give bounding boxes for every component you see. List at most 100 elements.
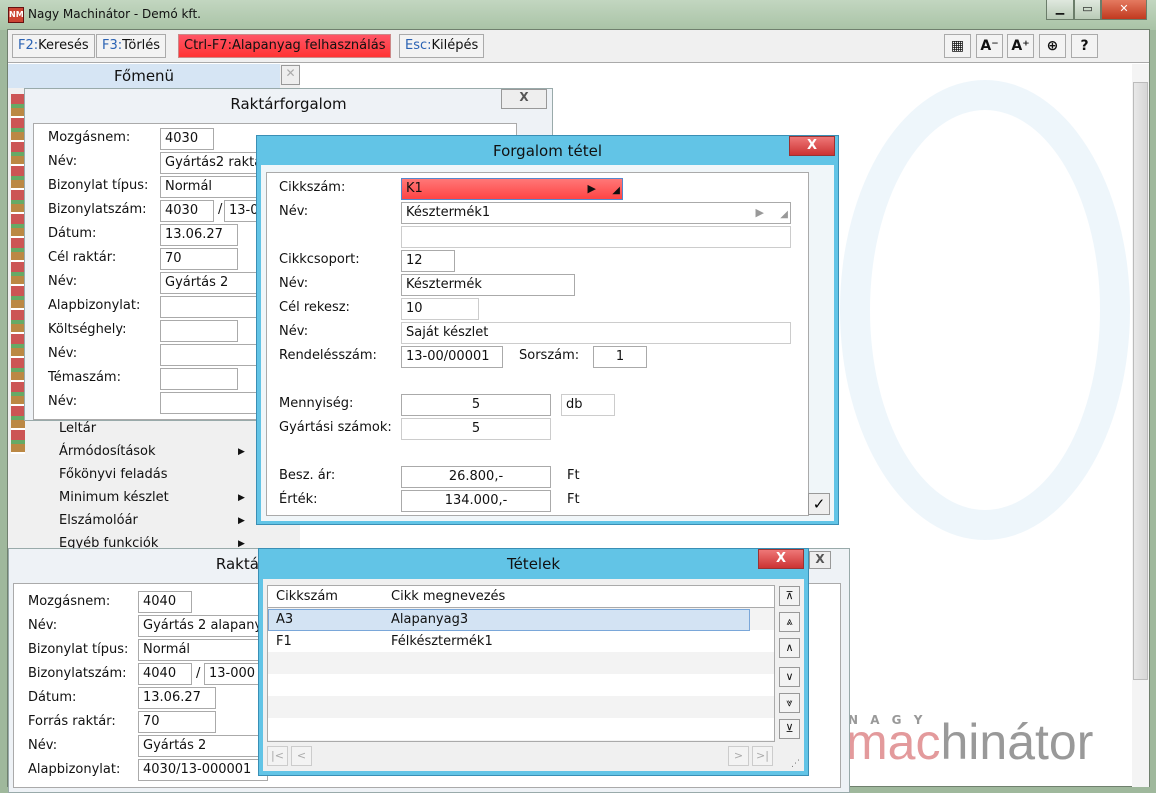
- target-bin-field[interactable]: 10: [401, 298, 479, 320]
- doc-number-field[interactable]: 4040: [138, 663, 192, 685]
- name-field[interactable]: Gyártás 2 alapanyag: [138, 615, 268, 637]
- last-page-button[interactable]: >|: [752, 746, 773, 766]
- serial-numbers-field[interactable]: 5: [401, 418, 551, 440]
- field-label: Mozgásnem:: [48, 130, 131, 145]
- grid-icon[interactable]: ▦: [944, 34, 971, 58]
- delete-button[interactable]: F3:Törlés: [96, 34, 167, 58]
- main-menu-close-button[interactable]: ✕: [281, 65, 300, 85]
- date-field[interactable]: 13.06.27: [138, 687, 216, 709]
- dropdown-corner-icon[interactable]: ◢: [612, 181, 620, 199]
- target-warehouse-field[interactable]: 70: [160, 248, 238, 270]
- doc-number-field[interactable]: 4030: [160, 200, 214, 222]
- value-field[interactable]: 134.000,-: [401, 490, 551, 512]
- next-page-button[interactable]: >: [728, 746, 749, 766]
- field-label: Név:: [279, 324, 309, 339]
- minimize-button[interactable]: ▁: [1046, 0, 1074, 20]
- vertical-scrollbar[interactable]: [1132, 64, 1149, 787]
- resize-grip-icon[interactable]: ⋰: [791, 759, 800, 769]
- first-page-button[interactable]: |<: [267, 746, 288, 766]
- movement-type-field[interactable]: 4040: [138, 591, 192, 613]
- base-document-field[interactable]: [160, 296, 270, 318]
- cell-name: Félkésztermék1: [391, 634, 493, 649]
- maximize-button[interactable]: ▭: [1074, 0, 1101, 20]
- grid-header: Cikkszám Cikk megnevezés: [268, 586, 774, 608]
- menu-item-ledger[interactable]: Főkönyvi feladás: [59, 467, 168, 482]
- page-up-button[interactable]: ⩓: [779, 612, 800, 632]
- font-increase-icon[interactable]: A⁺: [1007, 34, 1034, 58]
- warehouse-name-field[interactable]: Gyártás 2: [138, 735, 268, 757]
- quantity-field[interactable]: 5: [401, 394, 551, 416]
- connect-icon[interactable]: ⊕: [1039, 34, 1066, 58]
- menu-item-settlement[interactable]: Elszámolóár: [59, 513, 138, 528]
- scrollbar-thumb[interactable]: [1133, 82, 1148, 680]
- item-group-field[interactable]: 12: [401, 250, 455, 272]
- font-decrease-icon[interactable]: A⁻: [976, 34, 1003, 58]
- table-row[interactable]: F1 Félkésztermék1: [268, 631, 774, 653]
- item-code-field[interactable]: K1 ▶ ◢: [401, 178, 623, 200]
- close-button[interactable]: X: [809, 551, 831, 569]
- group-name-field[interactable]: Késztermék: [401, 274, 575, 296]
- help-icon[interactable]: ?: [1071, 34, 1098, 58]
- column-header-name[interactable]: Cikk megnevezés: [391, 586, 505, 608]
- first-row-button[interactable]: ⊼: [779, 586, 800, 606]
- purchase-price-field[interactable]: 26.800,-: [401, 466, 551, 488]
- field-label: Alapbizonylat:: [28, 762, 121, 777]
- movement-type-field[interactable]: 4030: [160, 128, 214, 150]
- field-label: Érték:: [279, 492, 318, 507]
- menu-item-lelter[interactable]: Leltár: [59, 421, 96, 436]
- page-down-button[interactable]: ⩔: [779, 693, 800, 713]
- item-name-field[interactable]: Késztermék1 ▶ ◢: [401, 202, 791, 224]
- field-label: Név:: [279, 276, 309, 291]
- doc-type-select[interactable]: Normál: [160, 176, 270, 198]
- order-number-field[interactable]: 13-00/00001: [401, 346, 503, 368]
- field-label: Rendelésszám:: [279, 348, 377, 363]
- field-label: Dátum:: [28, 690, 77, 705]
- play-icon[interactable]: ▶: [588, 179, 596, 199]
- source-warehouse-field[interactable]: 70: [138, 711, 216, 733]
- column-header-code[interactable]: Cikkszám: [276, 586, 338, 608]
- unit-field[interactable]: db: [561, 394, 615, 416]
- warehouse-name-field[interactable]: Gyártás 2: [160, 272, 270, 294]
- last-row-button[interactable]: ⊻: [779, 719, 800, 739]
- field-label: Név:: [28, 618, 58, 633]
- field-label: Témaszám:: [48, 370, 121, 385]
- cost-center-field[interactable]: [160, 320, 238, 342]
- search-button[interactable]: F2:Keresés: [12, 34, 95, 58]
- date-field[interactable]: 13.06.27: [160, 224, 238, 246]
- topic-number-field[interactable]: [160, 368, 238, 390]
- dropdown-corner-icon[interactable]: ◢: [780, 205, 788, 223]
- topic-name-field[interactable]: [160, 392, 270, 414]
- row-up-button[interactable]: ∧: [779, 638, 800, 658]
- exit-button[interactable]: Esc:Kilépés: [399, 34, 485, 58]
- close-button[interactable]: X: [789, 136, 835, 156]
- table-row[interactable]: A3 Alapanyag3: [268, 609, 750, 631]
- field-label: Mennyiség:: [279, 396, 354, 411]
- field-label: Dátum:: [48, 226, 97, 241]
- play-icon[interactable]: ▶: [756, 203, 764, 223]
- cell-name: Alapanyag3: [391, 612, 469, 627]
- logo: machinátor: [846, 712, 1093, 772]
- close-button[interactable]: X: [501, 89, 547, 109]
- prev-page-button[interactable]: <: [291, 746, 312, 766]
- close-button[interactable]: X: [758, 549, 804, 569]
- cost-center-name-field[interactable]: [160, 344, 270, 366]
- sequence-field[interactable]: 1: [593, 346, 647, 368]
- name-field[interactable]: Gyártás2 raktár: [160, 152, 270, 174]
- submenu-arrow-icon: ▶: [238, 516, 245, 526]
- field-label: Bizonylat típus:: [28, 642, 129, 657]
- field-label: Cikkcsoport:: [279, 252, 360, 267]
- window-title: Raktárforgalom: [230, 95, 347, 113]
- doc-type-select[interactable]: Normál: [138, 639, 268, 661]
- close-button[interactable]: ✕: [1101, 0, 1147, 20]
- row-down-button[interactable]: ∨: [779, 667, 800, 687]
- material-usage-button[interactable]: Ctrl-F7:Alapanyag felhasználás: [178, 34, 392, 58]
- slash: /: [218, 202, 223, 217]
- field-label: Bizonylatszám:: [28, 666, 127, 681]
- dialog-title: Tételek: [259, 549, 808, 579]
- menu-item-min-stock[interactable]: Minimum készlet: [59, 490, 169, 505]
- item-name-extra-field[interactable]: [401, 226, 791, 248]
- confirm-button[interactable]: ✓: [808, 493, 830, 515]
- base-document-field[interactable]: 4030/13-000001: [138, 759, 268, 781]
- menu-item-price-mod[interactable]: Ármódosítások: [59, 444, 156, 459]
- bin-name-field[interactable]: Saját készlet: [401, 322, 791, 344]
